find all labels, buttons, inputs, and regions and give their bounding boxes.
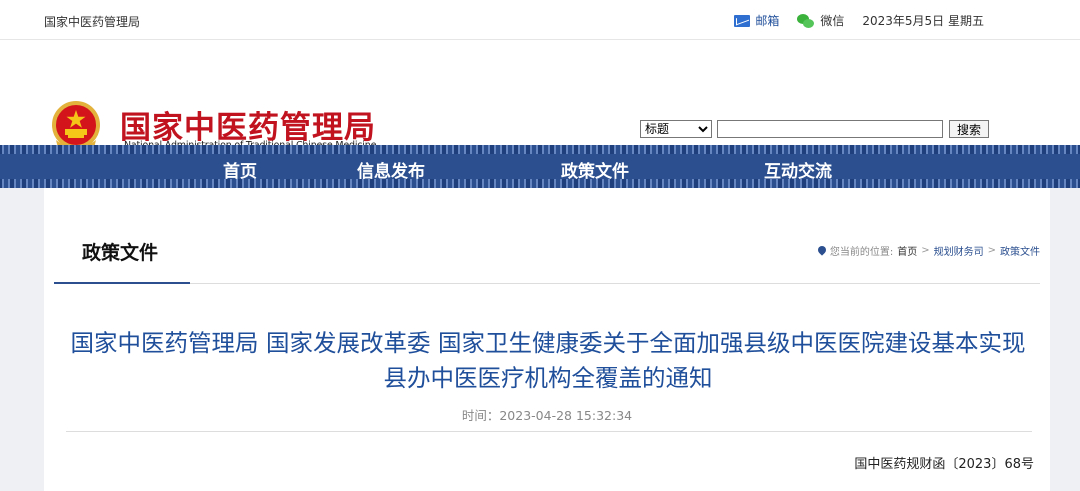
content-card: 政策文件 您当前的位置: 首页 > 规划财务司 > 政策文件 国家中医药管理局 … xyxy=(44,188,1050,491)
search-bar: 标题 搜索 xyxy=(640,120,989,138)
wechat-icon xyxy=(797,13,815,28)
breadcrumb-separator: > xyxy=(987,245,996,256)
article-time: 时间：2023-04-28 15:32:34 xyxy=(461,408,633,423)
breadcrumb-department[interactable]: 规划财务司 xyxy=(934,243,984,258)
nav-items: 首页 信息发布 政策文件 互动交流 xyxy=(0,157,1080,182)
top-bar-right: 邮箱 微信 2023年5月5日 星期五 xyxy=(734,12,984,29)
nav-item-interaction[interactable]: 互动交流 xyxy=(764,157,832,182)
nav-item-policy[interactable]: 政策文件 xyxy=(561,157,629,182)
breadcrumb-prefix: 您当前的位置: xyxy=(829,247,894,258)
article-divider xyxy=(66,431,1032,432)
breadcrumb-home[interactable]: 首页 xyxy=(897,243,917,258)
nav-pattern-top xyxy=(0,145,1080,154)
wechat-link[interactable]: 微信 xyxy=(797,12,844,29)
nav-item-home[interactable]: 首页 xyxy=(223,157,257,182)
mail-icon xyxy=(734,14,751,27)
article-title: 国家中医药管理局 国家发展改革委 国家卫生健康委关于全面加强县级中医医院建设基本… xyxy=(70,329,1026,392)
search-input[interactable] xyxy=(717,120,943,138)
nav-pattern-bottom xyxy=(0,179,1080,188)
document-number: 国中医药规财函〔2023〕68号 xyxy=(854,457,1034,472)
location-pin-icon xyxy=(818,246,826,256)
breadcrumb-separator: > xyxy=(921,245,930,256)
current-date: 2023年5月5日 星期五 xyxy=(862,14,984,28)
breadcrumb: 您当前的位置: 首页 > 规划财务司 > 政策文件 xyxy=(818,243,1040,258)
site-name: 国家中医药管理局 xyxy=(44,15,141,29)
top-bar: 国家中医药管理局 邮箱 微信 2023年5月5日 星期五 xyxy=(0,0,1080,40)
nav-item-news[interactable]: 信息发布 xyxy=(357,157,425,182)
section-title-underline xyxy=(54,282,190,284)
site-header: 国家中医药管理局 National Administration of Trad… xyxy=(0,40,1080,154)
mail-label: 邮箱 xyxy=(755,14,780,28)
mail-link[interactable]: 邮箱 xyxy=(734,12,779,29)
section-title: 政策文件 xyxy=(82,242,159,264)
search-type-select[interactable]: 标题 xyxy=(640,120,712,138)
wechat-label: 微信 xyxy=(820,14,845,28)
search-button[interactable]: 搜索 xyxy=(949,120,989,138)
section-divider xyxy=(54,283,1040,284)
breadcrumb-current[interactable]: 政策文件 xyxy=(1000,243,1040,258)
main-nav: 首页 信息发布 政策文件 互动交流 xyxy=(0,145,1080,188)
